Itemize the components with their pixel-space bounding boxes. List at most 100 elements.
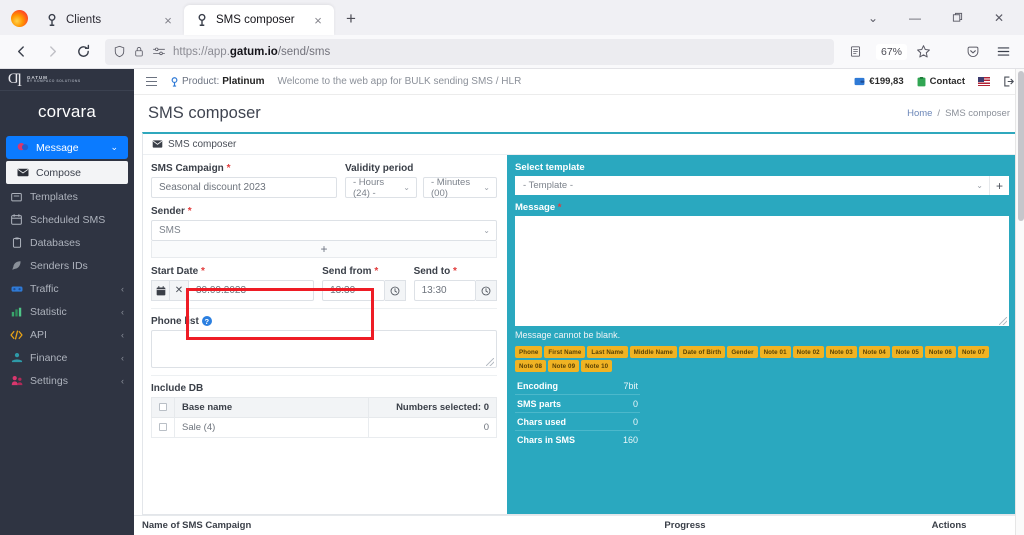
sidebar-item-databases[interactable]: Databases bbox=[0, 231, 134, 254]
contact-button[interactable]: Contact bbox=[917, 76, 965, 87]
shield-icon[interactable] bbox=[113, 45, 126, 58]
sidebar-item-finance[interactable]: Finance ‹ bbox=[0, 346, 134, 369]
merge-tag[interactable]: Note 10 bbox=[581, 360, 612, 372]
sidebar-item-traffic[interactable]: Traffic ‹ bbox=[0, 277, 134, 300]
validity-hours-value: - Hours (24) - bbox=[353, 177, 403, 199]
sidebar-item-settings[interactable]: Settings ‹ bbox=[0, 369, 134, 392]
minimize-button[interactable]: — bbox=[894, 2, 936, 34]
close-window-button[interactable]: ✕ bbox=[978, 2, 1020, 34]
sidebar-item-statistic[interactable]: Statistic ‹ bbox=[0, 300, 134, 323]
clock-icon bbox=[390, 286, 400, 296]
resize-grip-icon[interactable] bbox=[999, 317, 1007, 325]
merge-tag[interactable]: Note 08 bbox=[515, 360, 546, 372]
stat-value: 0 bbox=[633, 399, 638, 409]
merge-tag[interactable]: Note 04 bbox=[859, 346, 890, 358]
card-title: SMS composer bbox=[168, 139, 236, 150]
merge-tag[interactable]: Last Name bbox=[587, 346, 627, 358]
campaign-validity-row: SMS Campaign * Seasonal discount 2023 Va… bbox=[151, 163, 497, 198]
stat-label: Chars in SMS bbox=[517, 435, 575, 445]
message-stats-table: Encoding 7bit SMS parts 0 Chars used 0 bbox=[515, 377, 640, 449]
hamburger-menu-icon bbox=[996, 44, 1011, 59]
balance-display[interactable]: €199,83 bbox=[854, 76, 903, 87]
row-checkbox-cell[interactable] bbox=[152, 418, 175, 438]
back-button[interactable] bbox=[7, 39, 35, 65]
column-campaign-name: Name of SMS Campaign bbox=[134, 520, 496, 531]
sidebar-toggle-icon[interactable] bbox=[146, 77, 157, 86]
app-menu-button[interactable] bbox=[989, 39, 1017, 65]
validity-period-label: Validity period bbox=[345, 163, 497, 174]
merge-tag[interactable]: Note 06 bbox=[925, 346, 956, 358]
tab-list-dropdown-icon[interactable]: ⌄ bbox=[852, 2, 894, 34]
forward-button[interactable] bbox=[38, 39, 66, 65]
sidebar-item-api[interactable]: API ‹ bbox=[0, 323, 134, 346]
start-date-input[interactable]: 30.09.2023 bbox=[189, 280, 314, 301]
sidebar-item-label: Senders IDs bbox=[30, 260, 124, 272]
start-date-clear-button[interactable]: ✕ bbox=[170, 280, 189, 301]
tab-close-icon[interactable]: × bbox=[160, 12, 176, 28]
tab-close-icon[interactable]: × bbox=[310, 12, 326, 28]
table-row[interactable]: Sale (4) 0 bbox=[152, 418, 497, 438]
merge-tag[interactable]: Middle Name bbox=[630, 346, 677, 358]
toolbar-right: 67% bbox=[842, 39, 1017, 65]
merge-tag[interactable]: Note 05 bbox=[892, 346, 923, 358]
new-tab-button[interactable]: + bbox=[337, 5, 365, 33]
sms-composer-card: SMS composer SMS Campaign * Seasonal dis… bbox=[142, 132, 1018, 515]
send-from-clock-button[interactable] bbox=[385, 280, 406, 301]
sidebar-item-senders-ids[interactable]: Senders IDs bbox=[0, 254, 134, 277]
template-select[interactable]: - Template - ⌄ bbox=[515, 176, 989, 195]
merge-tag[interactable]: Note 09 bbox=[548, 360, 579, 372]
select-all-checkbox[interactable] bbox=[159, 403, 167, 411]
sms-campaign-input[interactable]: Seasonal discount 2023 bbox=[151, 177, 337, 198]
sender-select[interactable]: SMS ⌄ bbox=[151, 220, 497, 241]
sms-campaign-group: SMS Campaign * Seasonal discount 2023 bbox=[151, 163, 337, 198]
message-textarea[interactable] bbox=[515, 216, 1009, 326]
breadcrumb-home[interactable]: Home bbox=[907, 108, 932, 119]
validity-hours-select[interactable]: - Hours (24) - ⌄ bbox=[345, 177, 417, 198]
zoom-level-indicator[interactable]: 67% bbox=[876, 44, 907, 60]
reader-view-button[interactable] bbox=[842, 39, 870, 65]
product-icon bbox=[170, 77, 179, 87]
sidebar-item-templates[interactable]: Templates bbox=[0, 185, 134, 208]
help-icon[interactable]: ? bbox=[202, 316, 212, 326]
row-checkbox[interactable] bbox=[159, 423, 167, 431]
scrollbar-thumb[interactable] bbox=[1018, 71, 1024, 221]
merge-tag[interactable]: Gender bbox=[727, 346, 757, 358]
merge-tag[interactable]: Phone bbox=[515, 346, 542, 358]
sidebar-item-scheduled-sms[interactable]: Scheduled SMS bbox=[0, 208, 134, 231]
send-to-clock-button[interactable] bbox=[476, 280, 497, 301]
resize-grip-icon[interactable] bbox=[486, 358, 494, 366]
browser-tab-sms-composer[interactable]: SMS composer × bbox=[184, 5, 334, 35]
sidebar-item-message[interactable]: Message ⌄ bbox=[6, 136, 128, 159]
us-flag-icon[interactable] bbox=[978, 77, 990, 86]
reload-button[interactable] bbox=[69, 39, 97, 65]
start-date-calendar-button[interactable] bbox=[151, 280, 170, 301]
label-text: SMS Campaign bbox=[151, 163, 224, 174]
browser-tab-clients[interactable]: Clients × bbox=[34, 5, 184, 35]
address-bar[interactable]: https://app.gatum.io/send/sms bbox=[105, 39, 834, 65]
send-to-label: Send to * bbox=[414, 266, 497, 277]
merge-tag[interactable]: Note 03 bbox=[826, 346, 857, 358]
send-to-input[interactable]: 13:30 bbox=[414, 280, 476, 301]
logout-icon[interactable] bbox=[1003, 76, 1014, 87]
send-from-input[interactable]: 13:30 bbox=[322, 280, 384, 301]
lock-icon[interactable] bbox=[133, 45, 145, 58]
merge-tag[interactable]: Date of Birth bbox=[679, 346, 725, 358]
add-template-button[interactable]: + bbox=[989, 176, 1009, 195]
permissions-icon[interactable] bbox=[152, 45, 166, 58]
sidebar-item-label: Statistic bbox=[30, 306, 114, 318]
pocket-button[interactable] bbox=[959, 39, 987, 65]
page-scrollbar[interactable] bbox=[1015, 69, 1024, 535]
validity-minutes-select[interactable]: - Minutes (00) ⌄ bbox=[423, 177, 497, 198]
merge-tag[interactable]: Note 01 bbox=[760, 346, 791, 358]
phone-list-textarea[interactable] bbox=[151, 330, 497, 368]
sidebar-item-compose[interactable]: Compose bbox=[6, 161, 128, 184]
bookmark-button[interactable] bbox=[909, 39, 937, 65]
maximize-button[interactable] bbox=[936, 2, 978, 34]
label-text: Phone list bbox=[151, 316, 199, 327]
sidebar-logo[interactable]: Ƣ GATUM BY KOMPACO SOLUTIONS bbox=[0, 69, 134, 91]
merge-tag[interactable]: First Name bbox=[544, 346, 585, 358]
add-sender-button[interactable]: + bbox=[151, 241, 497, 258]
merge-tag[interactable]: Note 07 bbox=[958, 346, 989, 358]
merge-tag[interactable]: Note 02 bbox=[793, 346, 824, 358]
select-all-checkbox-cell[interactable] bbox=[152, 398, 175, 418]
